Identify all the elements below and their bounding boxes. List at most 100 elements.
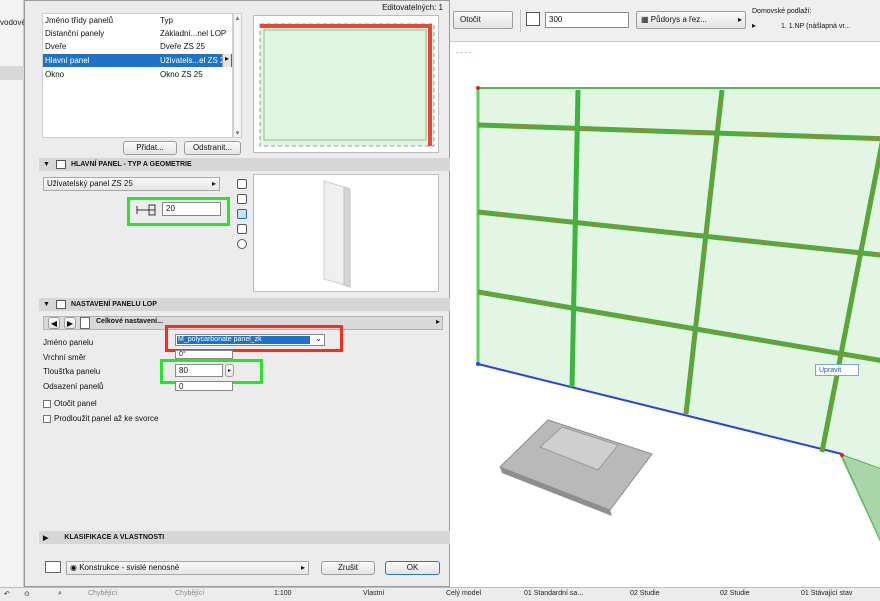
rotate-button[interactable]: Otočit bbox=[453, 11, 513, 29]
list-item[interactable]: Dveře Dveře ZS 25 bbox=[43, 40, 232, 53]
list-item-type: Okno ZS 25 bbox=[160, 70, 203, 79]
plan-view-icon[interactable] bbox=[237, 179, 247, 189]
scroll-down-icon[interactable]: ▾ bbox=[234, 129, 241, 137]
thickness-input[interactable]: 80 bbox=[175, 364, 223, 377]
chevron-down-icon: ⌄ bbox=[315, 334, 322, 343]
layout-preview bbox=[253, 15, 439, 153]
layer-dropdown[interactable]: ◉ Konstrukce - svislé nenosné ▸ bbox=[66, 561, 309, 575]
list-item-selected[interactable]: Hlavní panel Uživatels...el ZS 25 ▸ bbox=[43, 54, 232, 67]
panel-slab-drawing bbox=[323, 180, 351, 288]
remove-button[interactable]: Odstranit... bbox=[184, 141, 241, 155]
section-title: NASTAVENÍ PANELU LOP bbox=[70, 301, 157, 308]
frame-offset-input[interactable]: 20 bbox=[162, 202, 221, 216]
frame-offset-icon bbox=[135, 204, 159, 216]
dropdown-value: Konstrukce - svislé nenosné bbox=[79, 563, 180, 572]
list-item-name: Distanční panely bbox=[45, 29, 105, 38]
edit-tooltip[interactable]: Upravit bbox=[815, 364, 859, 376]
section-view-icon[interactable] bbox=[237, 194, 247, 204]
extend-panel-checkbox[interactable]: Prodloužit panel až ke svorce bbox=[43, 414, 159, 423]
checkbox-label: Otočit panel bbox=[54, 399, 97, 408]
dropdown-value: Uživatelský panel ZS 25 bbox=[47, 179, 133, 188]
divider bbox=[520, 10, 521, 32]
panel-settings-icon bbox=[55, 300, 66, 309]
checkbox-label: Prodloužit panel až ke svorce bbox=[54, 414, 159, 423]
chevron-right-icon: ▸ bbox=[211, 179, 216, 188]
section-header-lop[interactable]: ▼ NASTAVENÍ PANELU LOP bbox=[39, 298, 450, 311]
panel-class-list[interactable]: Jméno třídy panelů Typ Distanční panely … bbox=[42, 13, 233, 138]
section-title: HLAVNÍ PANEL - TYP A GEOMETRIE bbox=[70, 161, 192, 168]
chevron-right-icon: ▸ bbox=[300, 563, 305, 572]
checkbox-icon[interactable] bbox=[43, 399, 51, 408]
panel-type-dropdown[interactable]: Uživatelský panel ZS 25 ▸ bbox=[43, 177, 220, 191]
missing-label-2: Chybějící bbox=[175, 590, 205, 597]
home-story-value[interactable]: 1. 1.NP (nášlapná vr... bbox=[781, 23, 877, 30]
selected-row[interactable] bbox=[0, 66, 24, 80]
scale-dropdown[interactable]: 1:100 bbox=[274, 590, 292, 597]
panel-name-select[interactable]: M_polycarbonate panel_zk ⌄ bbox=[175, 334, 325, 346]
home-story-label: Domovské podlaží: bbox=[752, 8, 812, 15]
thickness-label: Tloušťka panelu bbox=[43, 367, 101, 376]
section-header-classification[interactable]: ▶ KLASIFIKACE A VLASTNOSTI bbox=[39, 531, 450, 544]
list-item-type: Uživatels...el ZS 25 bbox=[160, 56, 229, 65]
nav-forward-button[interactable]: ▶ bbox=[64, 317, 76, 329]
list-item-type: Dveře ZS 25 bbox=[160, 42, 205, 51]
collapse-down-icon[interactable]: ▼ bbox=[43, 161, 50, 168]
layer-combo-dropdown[interactable]: 01 Standardní sa... bbox=[524, 590, 583, 597]
panel-geometry-icon bbox=[55, 160, 66, 169]
expand-right-icon[interactable]: ▶ bbox=[43, 534, 48, 542]
panel-name-label: Jméno panelu bbox=[43, 338, 94, 347]
list-item-name: Dveře bbox=[45, 42, 67, 51]
height-input[interactable]: 300 bbox=[545, 12, 629, 28]
renovation-filter-dropdown[interactable]: 01 Stávající stav bbox=[801, 590, 852, 597]
dropdown-value: Půdorys a řez... bbox=[650, 15, 707, 24]
add-button[interactable]: Přidat... bbox=[123, 141, 177, 155]
left-panel-strip: vodovél bbox=[0, 0, 28, 587]
cancel-button[interactable]: Zrušit bbox=[321, 561, 375, 575]
info-icon[interactable] bbox=[237, 239, 247, 249]
3d-view-icon[interactable] bbox=[237, 209, 247, 219]
model-view-dropdown[interactable]: Celý model bbox=[446, 590, 481, 597]
3d-viewport[interactable]: - - - - Upravit bbox=[450, 42, 880, 587]
scroll-up-icon[interactable]: ▴ bbox=[234, 14, 241, 22]
rotate-panel-checkbox[interactable]: Otočit panel bbox=[43, 399, 97, 408]
view-dropdown[interactable]: ▦ Půdorys a řez... ▸ bbox=[636, 11, 746, 29]
list-item-name: Okno bbox=[45, 70, 65, 79]
ok-button[interactable]: OK bbox=[385, 561, 440, 575]
list-item-name: Hlavní panel bbox=[45, 56, 90, 65]
viewport-marker: - - - - bbox=[456, 50, 472, 57]
chevron-right-icon[interactable]: ▸ bbox=[222, 54, 231, 67]
list-scrollbar[interactable]: ▴ ▾ bbox=[233, 13, 242, 138]
pen-set-dropdown[interactable]: Vlastní bbox=[363, 590, 384, 597]
section-header-geometry[interactable]: ▼ HLAVNÍ PANEL - TYP A GEOMETRIE bbox=[39, 158, 450, 171]
offset-input[interactable]: 0 bbox=[175, 381, 233, 391]
info-toolbar: Otočit 300 ▦ Půdorys a řez... ▸ Domovské… bbox=[450, 0, 880, 42]
missing-label-1: Chybějící bbox=[88, 590, 118, 597]
dimension-dropdown[interactable]: 02 Studie bbox=[630, 590, 660, 597]
panel-layout-drawing bbox=[259, 23, 435, 147]
checkbox-icon[interactable] bbox=[43, 414, 51, 423]
hand-icon[interactable]: ⊙ bbox=[24, 590, 30, 598]
chevron-right-icon[interactable]: ▸ bbox=[225, 364, 234, 377]
nav-back-button[interactable]: ◀ bbox=[48, 317, 60, 329]
section-title: KLASIFIKACE A VLASTNOSTI bbox=[64, 534, 165, 541]
chevron-right-icon: ▸ bbox=[752, 21, 757, 30]
chevron-right-icon[interactable]: ▸ bbox=[436, 317, 440, 326]
search-icon[interactable]: ⌕ bbox=[58, 590, 62, 598]
list-item[interactable]: Distanční panely Základní...nel LOP bbox=[43, 27, 232, 40]
list-item-type: Základní...nel LOP bbox=[160, 29, 227, 38]
panel-name-value: M_polycarbonate panel_zk bbox=[177, 336, 310, 344]
curtain-wall-3d bbox=[476, 86, 880, 542]
panel-3d-preview bbox=[253, 174, 439, 292]
renovation-dropdown[interactable]: 02 Studie bbox=[720, 590, 750, 597]
list-item[interactable]: Okno Okno ZS 25 bbox=[43, 68, 232, 81]
elevation-view-icon[interactable] bbox=[237, 224, 247, 234]
curtain-wall-settings-dialog: Editovatelných: 1 Jméno třídy panelů Typ… bbox=[24, 0, 450, 587]
offset-label: Odsazení panelů bbox=[43, 382, 104, 391]
status-bar: ↶ ⊙ ⌕ Chybějící Chybějící 1:100 Vlastní … bbox=[0, 587, 880, 601]
nav-dropdown-label[interactable]: Celkové nastavení... bbox=[96, 318, 163, 325]
collapse-down-icon[interactable]: ▼ bbox=[43, 301, 50, 308]
top-direction-input[interactable]: 0° bbox=[175, 350, 233, 359]
undo-icon[interactable]: ↶ bbox=[4, 590, 10, 598]
chevron-right-icon: ▸ bbox=[737, 15, 742, 24]
col-type-header: Typ bbox=[160, 16, 173, 25]
